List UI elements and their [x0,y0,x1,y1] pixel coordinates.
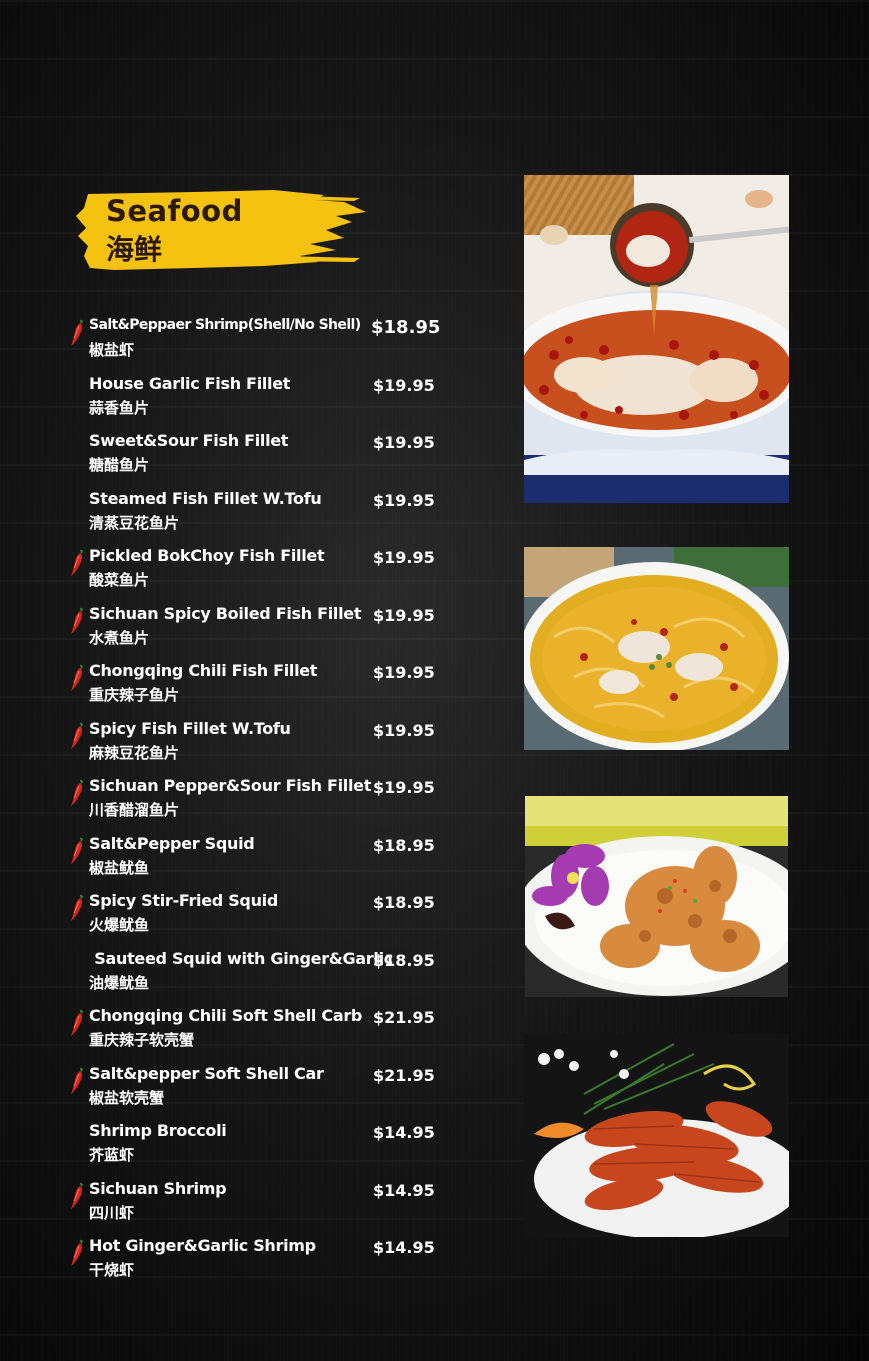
menu-item-name-zh: 酸菜鱼片 [89,571,150,589]
boiled-fish-chili-ladle-photo [524,175,789,503]
menu-item-name-zh: 椒盐鱿鱼 [89,858,150,877]
menu-item-price: $21.95 [373,1008,435,1027]
dish-photo-1 [524,175,789,503]
menu-item-name: Hot Ginger&Garlic Shrimp [89,1236,316,1255]
menu-item-name: Chongqing Chili Fish Fillet [89,661,318,680]
menu-item: Sauteed Squid with Ginger&Garlic 油爆鱿鱼 $18.… [68,947,448,1005]
menu-item-name: Salt&Pepper Squid [89,833,255,853]
menu-item-price: $18.95 [373,950,435,970]
menu-item: Steamed Fish Fillet W.Tofu 清蒸豆花鱼片 $19.95 [68,487,448,545]
menu-item: Salt&Pepper Squid 椒盐鱿鱼 $18.95 [68,832,448,890]
menu-item-name: Shrimp Broccoli [89,1121,227,1140]
menu-item-name-zh: 油爆鱿鱼 [89,973,150,992]
menu-item-name: Sichuan Pepper&Sour Fish Fillet [89,776,372,795]
dish-photo-4 [524,1034,789,1237]
menu-item: Spicy Fish Fillet W.Tofu 麻辣豆花鱼片 $19.95 [68,717,448,775]
menu-item: Sichuan Spicy Boiled Fish Fillet 水煮鱼片 $19.… [68,602,448,660]
chili-pepper-icon [71,779,83,806]
chili-pepper-icon [71,664,83,691]
menu-item-price: $19.95 [373,663,435,682]
pickled-cabbage-fish-bowl-photo [524,547,789,750]
menu-item-name: Pickled BokChoy Fish Fillet [89,546,325,565]
menu-item-price: $18.95 [371,317,441,338]
chili-pepper-icon [71,1067,83,1094]
menu-item-name: Spicy Stir-Fried Squid [89,891,278,910]
menu-item-price: $21.95 [373,1065,435,1085]
menu-item-name: Sweet&Sour Fish Fillet [89,431,289,450]
menu-item: Chongqing Chili Fish Fillet 重庆辣子鱼片 $19.95 [68,659,448,717]
chili-pepper-icon [71,722,83,749]
menu-item: Chongqing Chili Soft Shell Carb 重庆辣子软壳蟹 $2… [68,1004,448,1062]
menu-item-price: $14.95 [373,1180,435,1200]
menu-item-name-zh: 椒盐软壳蟹 [89,1088,165,1107]
menu-item-name: House Garlic Fish Fillet [89,373,291,393]
menu-item-name-zh: 四川虾 [89,1203,135,1222]
menu-item-price: $19.95 [373,433,435,452]
menu-item-name-zh: 水煮鱼片 [89,628,150,647]
menu-item-name-zh: 椒盐虾 [89,341,135,359]
menu-item-name: Sichuan Shrimp [89,1178,227,1198]
menu-item-price: $19.95 [373,605,435,625]
menu-item: Salt&pepper Soft Shell Car 椒盐软壳蟹 $21.95 [68,1062,448,1120]
chili-pepper-icon [71,1009,83,1036]
menu-item-price: $19.95 [373,490,435,510]
menu-item-name: Sauteed Squid with Ginger&Garlic [89,948,393,968]
menu-item-name-zh: 川香醋溜鱼片 [89,801,180,819]
menu-item-price: $18.95 [373,835,435,855]
menu-item-name-zh: 麻辣豆花鱼片 [89,743,180,762]
menu-item-name: Salt&pepper Soft Shell Car [89,1063,324,1083]
chili-pepper-icon [71,837,83,864]
menu-item-list: Salt&Peppaer Shrimp(Shell/No Shell) 椒盐虾 $1… [68,314,448,1292]
menu-item-name-zh: 糖醋鱼片 [89,456,150,474]
menu-item-price: $19.95 [373,548,435,567]
menu-item-price: $14.95 [373,1123,435,1142]
menu-item-name: Steamed Fish Fillet W.Tofu [89,488,322,508]
menu-item: Sichuan Shrimp 四川虾 $14.95 [68,1177,448,1235]
menu-item-name-zh: 火爆鱿鱼 [89,916,150,934]
chili-pepper-icon [71,607,83,634]
menu-page: Seafood 海鲜 Salt&Peppaer Shrimp(Shell/No … [0,0,869,1361]
menu-item-name: Sichuan Spicy Boiled Fish Fillet [89,603,362,623]
menu-item-price: $19.95 [373,375,435,395]
menu-item-name: Chongqing Chili Soft Shell Carb [89,1006,363,1025]
section-title-zh: 海鲜 [106,233,163,266]
menu-item: Shrimp Broccoli 芥蓝虾 $14.95 [68,1119,448,1177]
menu-item: Spicy Stir-Fried Squid 火爆鱿鱼 $18.95 [68,889,448,947]
menu-item-name: Salt&Peppaer Shrimp(Shell/No Shell) [89,317,361,333]
menu-item: Sweet&Sour Fish Fillet 糖醋鱼片 $19.95 [68,429,448,487]
menu-item-name: Spicy Fish Fillet W.Tofu [89,718,291,738]
menu-item-price: $14.95 [373,1238,435,1257]
menu-item-price: $19.95 [373,778,435,797]
dish-photo-3 [525,796,788,997]
menu-item-name-zh: 芥蓝虾 [89,1146,135,1164]
menu-item: Pickled BokChoy Fish Fillet 酸菜鱼片 $19.95 [68,544,448,602]
menu-item-name-zh: 蒜香鱼片 [89,398,150,417]
menu-item-name-zh: 清蒸豆花鱼片 [89,513,180,532]
menu-item: House Garlic Fish Fillet 蒜香鱼片 $19.95 [68,372,448,430]
menu-item: Sichuan Pepper&Sour Fish Fillet 川香醋溜鱼片 $19… [68,774,448,832]
menu-item-name-zh: 干烧虾 [89,1261,135,1279]
chili-pepper-icon [71,319,83,346]
section-title-en: Seafood [106,194,243,228]
menu-item-name-zh: 重庆辣子鱼片 [89,686,180,704]
chili-pepper-icon [71,1182,83,1209]
dish-photo-2 [524,547,789,750]
chili-pepper-icon [71,549,83,576]
dry-fried-shrimp-plate-photo [524,1034,789,1237]
chili-pepper-icon [71,894,83,921]
chili-pepper-icon [71,1239,83,1266]
section-title-banner: Seafood 海鲜 [74,186,366,272]
menu-item-name-zh: 重庆辣子软壳蟹 [89,1031,195,1049]
menu-item: Hot Ginger&Garlic Shrimp 干烧虾 $14.95 [68,1234,448,1292]
salt-pepper-squid-plate-photo [525,796,788,997]
menu-item: Salt&Peppaer Shrimp(Shell/No Shell) 椒盐虾 $1… [68,314,448,372]
menu-item-price: $18.95 [373,893,435,912]
menu-item-price: $19.95 [373,720,435,740]
